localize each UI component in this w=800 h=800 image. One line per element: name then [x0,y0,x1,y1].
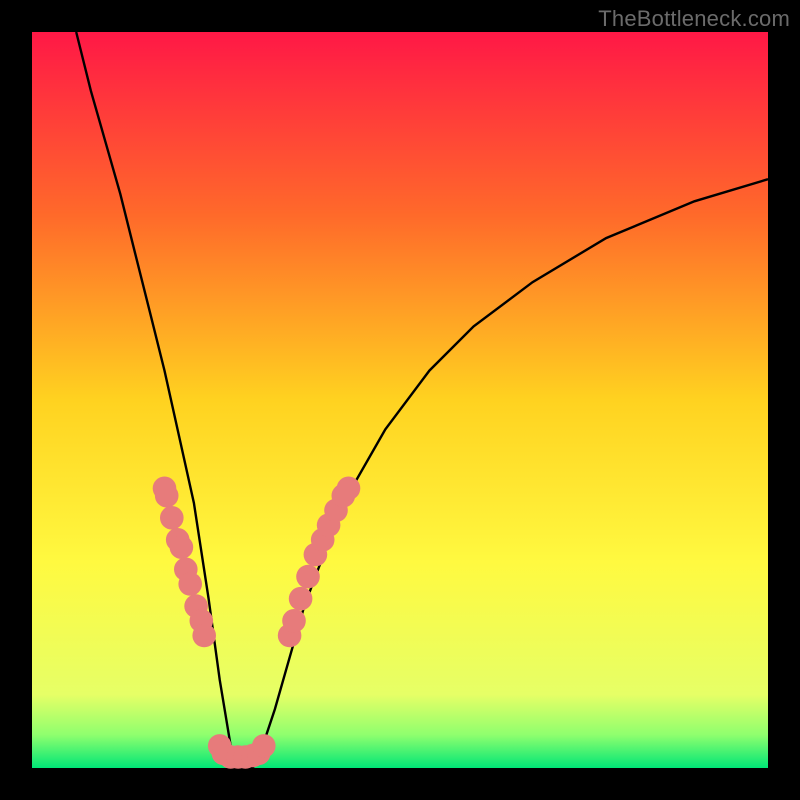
marker-dot [296,565,320,589]
marker-dot [337,477,361,501]
marker-dot [170,535,194,559]
chart-svg [32,32,768,768]
curve-path [76,32,768,768]
watermark-text: TheBottleneck.com [598,6,790,32]
marker-layer [153,477,361,769]
marker-dot [155,484,179,508]
marker-dot [282,609,306,633]
chart-frame: TheBottleneck.com [0,0,800,800]
marker-dot [192,624,216,648]
marker-dot [160,506,184,530]
marker-dot [178,572,202,596]
marker-dot [252,734,276,758]
marker-dot [289,587,313,611]
